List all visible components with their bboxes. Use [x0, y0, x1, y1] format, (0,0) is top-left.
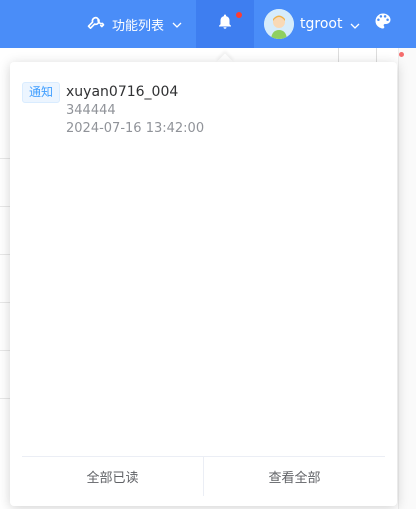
bg-badge-dot [399, 52, 404, 57]
bg-right-panel [398, 48, 416, 509]
top-header: 功能列表 tgroot [0, 0, 416, 48]
bg-divider [0, 302, 10, 303]
function-menu-button[interactable]: 功能列表 [86, 0, 182, 48]
user-name: tgroot [300, 16, 343, 32]
notification-content: 344444 [66, 103, 116, 118]
wrench-icon [86, 14, 106, 34]
notification-popup: 通知 xuyan0716_004 344444 2024-07-16 13:42… [10, 62, 397, 506]
bg-divider [0, 206, 10, 207]
view-all-button[interactable]: 查看全部 [204, 457, 385, 496]
unread-dot [236, 12, 242, 18]
chevron-down-icon [172, 19, 182, 29]
bell-icon [216, 13, 234, 35]
bg-divider [0, 398, 10, 399]
bg-divider [0, 254, 10, 255]
avatar [264, 9, 294, 39]
function-menu-label: 功能列表 [112, 18, 165, 34]
notification-title: xuyan0716_004 [66, 84, 179, 100]
theme-button[interactable] [372, 12, 394, 34]
notification-body: xuyan0716_004 344444 2024-07-16 13:42:00 [66, 82, 204, 138]
notification-type-tag: 通知 [22, 82, 61, 103]
notification-item[interactable]: 通知 xuyan0716_004 344444 2024-07-16 13:42… [22, 82, 385, 138]
notification-time: 2024-07-16 13:42:00 [66, 121, 205, 136]
bg-divider [0, 350, 10, 351]
popup-footer: 全部已读 查看全部 [22, 456, 385, 496]
user-menu-button[interactable]: tgroot [264, 0, 360, 48]
notification-bell-button[interactable] [196, 0, 254, 48]
mark-all-read-button[interactable]: 全部已读 [22, 457, 203, 496]
palette-icon [373, 11, 393, 35]
chevron-down-icon [350, 19, 360, 29]
bg-divider [0, 158, 10, 159]
